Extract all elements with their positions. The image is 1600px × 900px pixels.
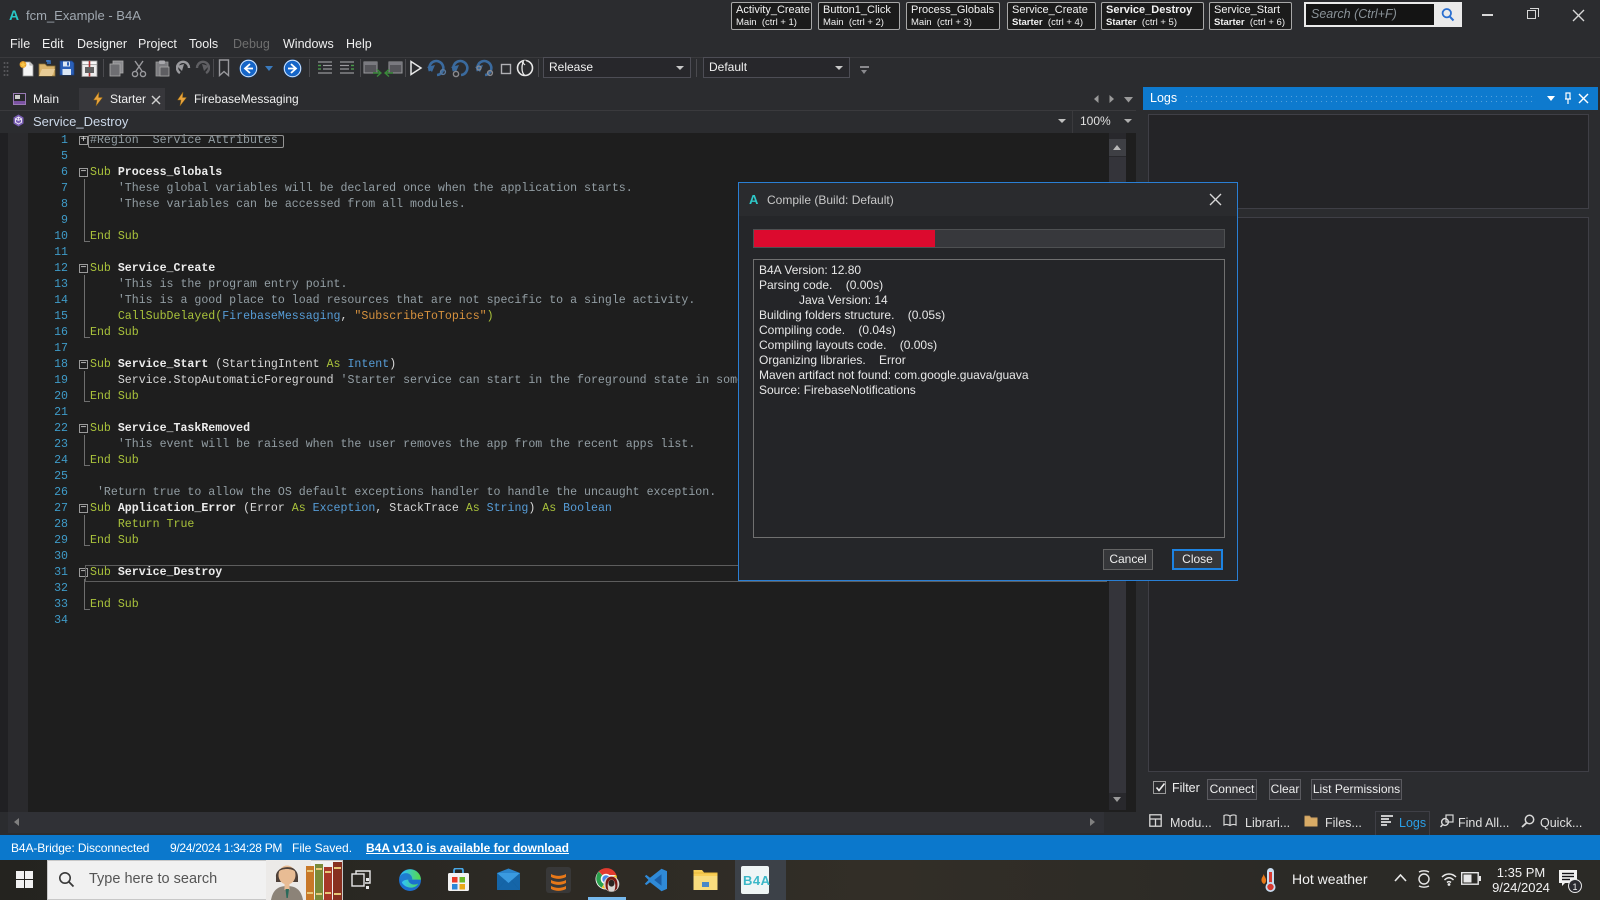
svg-text:1: 1: [1572, 882, 1577, 892]
